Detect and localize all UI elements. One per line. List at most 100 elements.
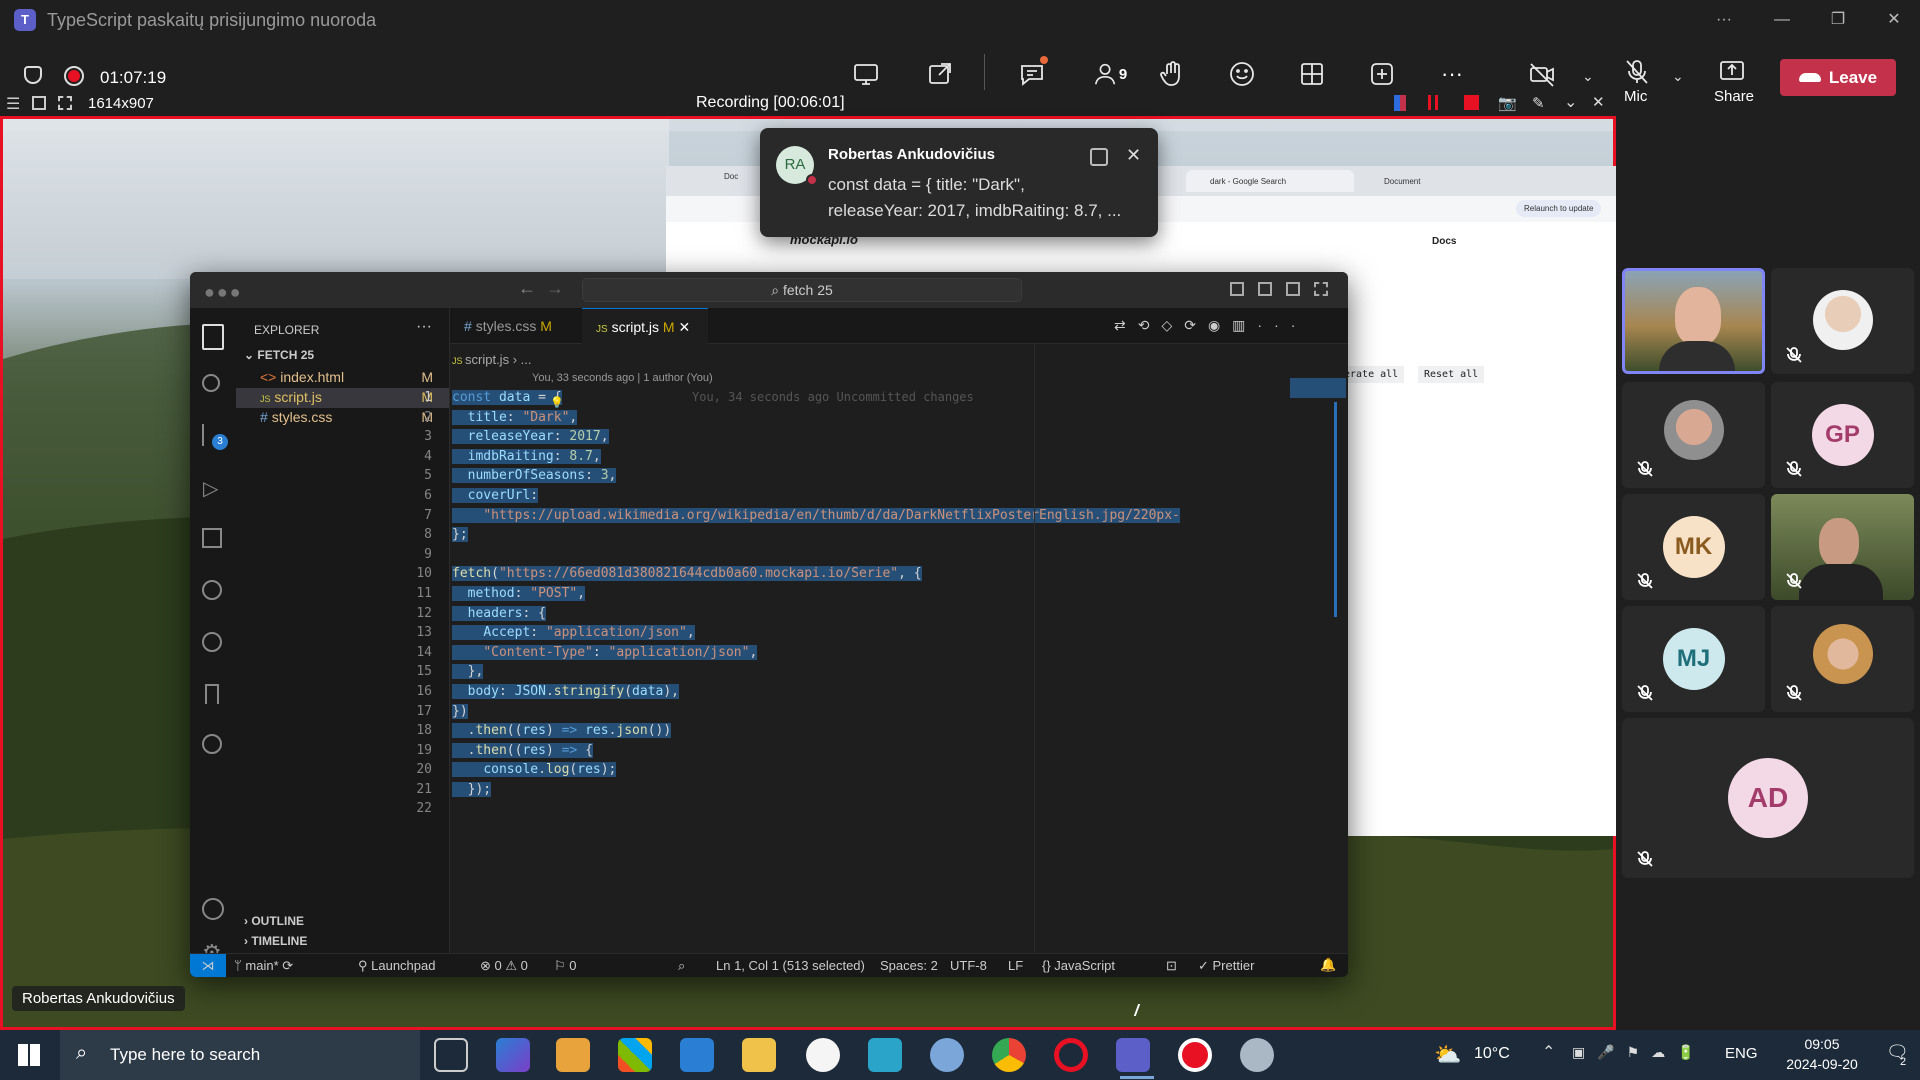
account-icon[interactable] [202,898,224,920]
code-line[interactable]: 13 Accept: "application/json", [398,623,1238,643]
reactions-button[interactable] [1222,54,1262,94]
traffic-lights-icon[interactable]: ●●● [204,282,243,303]
present-screen-button[interactable] [846,54,886,94]
folder-fetch-25[interactable]: ⌄ FETCH 25 [244,348,314,362]
search-icon[interactable] [202,374,220,392]
command-center-search[interactable]: ⌕ fetch 25 [582,278,1022,302]
people-button[interactable]: 9 [1080,54,1140,94]
problems-indicator[interactable]: ⊗ 0 ⚠ 0 [480,958,528,974]
cursor-position[interactable]: Ln 1, Col 1 (513 selected) [716,958,865,973]
codelens-blame[interactable]: You, 33 seconds ago | 1 author (You) [532,372,713,384]
participant-tile-mj[interactable]: MJ [1622,606,1765,712]
participant-tile-mk[interactable]: MK [1622,494,1765,600]
extensions-icon[interactable] [202,528,222,548]
code-line[interactable]: 2 title: "Dark", [398,408,1238,428]
outline-section[interactable]: › OUTLINE [244,914,304,928]
region-select-icon[interactable] [32,96,46,110]
code-line[interactable]: 9 [398,545,1238,565]
language-mode[interactable]: {} JavaScript [1042,958,1115,973]
chat-button[interactable] [1012,54,1052,94]
code-line[interactable]: 22 [398,799,1238,819]
photos-app-icon[interactable] [556,1038,590,1072]
code-line[interactable]: 6 coverUrl: [398,486,1238,506]
task-view-icon[interactable] [434,1038,468,1072]
store-app-icon[interactable] [618,1038,652,1072]
bookmark-icon[interactable] [205,684,219,704]
remote-indicator-icon[interactable]: ⋊ [190,954,226,977]
code-line[interactable]: 15 }, [398,662,1238,682]
menu-icon[interactable]: ☰ [6,94,20,114]
participant-tile-photo-2[interactable] [1622,382,1765,488]
code-line[interactable]: 8}; [398,525,1238,545]
raise-hand-button[interactable] [1152,54,1192,94]
app-icon-color[interactable] [930,1038,964,1072]
forward-arrow-icon[interactable]: → [546,278,564,299]
branch-indicator[interactable]: ᛘ main* ⟳ [234,958,293,974]
explorer-icon[interactable] [202,324,224,350]
windows-start-icon[interactable] [18,1044,40,1066]
tab-doc[interactable]: Doc [724,172,738,181]
code-line[interactable]: 18 .then((res) => res.json()) [398,721,1238,741]
timeline-section[interactable]: › TIMELINE [244,934,307,948]
lightbulb-icon[interactable]: 💡 [550,396,564,409]
code-line[interactable]: 7 "https://upload.wikimedia.org/wikipedi… [398,506,1238,526]
recorder-icon[interactable] [1178,1038,1212,1072]
breadcrumb[interactable]: JS script.js › ... [452,352,531,367]
participant-tile-photo-3[interactable] [1771,606,1914,712]
camera-options-chevron-icon[interactable]: ⌄ [1582,68,1594,85]
mic-button[interactable] [1617,52,1657,92]
input-language[interactable]: ENG [1725,1045,1758,1062]
camera-snapshot-icon[interactable]: 📷 [1498,94,1517,112]
crop-icon[interactable] [58,96,72,110]
encoding[interactable]: UTF-8 [950,958,987,973]
code-line[interactable]: 10 fetch("https://66ed081d380821644cdb0a6… [398,564,1238,584]
prettier-indicator[interactable]: ✓ Prettier [1198,958,1254,974]
stop-icon[interactable] [1464,95,1479,110]
code-line[interactable]: 5 numberOfSeasons: 3, [398,466,1238,486]
opera-icon[interactable] [1054,1038,1088,1072]
back-arrow-icon[interactable]: ← [518,278,536,299]
toggle-panel-icon[interactable] [1258,282,1272,296]
arduino-app-icon[interactable] [868,1038,902,1072]
toggle-sidebar-icon[interactable] [1230,282,1244,296]
mute-notification-icon[interactable] [1090,148,1108,166]
mic-options-chevron-icon[interactable]: ⌄ [1672,68,1684,85]
breadcrumb-symbol[interactable]: ... [521,352,532,367]
code-line[interactable]: 3 releaseYear: 2017, [398,427,1238,447]
share-button[interactable] [1712,50,1752,90]
lightning-icon[interactable] [202,734,222,754]
explorer-more-icon[interactable]: ··· [416,318,432,336]
code-line[interactable]: 17}) [398,702,1238,722]
tray-chevron-icon[interactable]: ⌃ [1542,1042,1555,1062]
taskbar-search-box[interactable]: ⌕ Type here to search [60,1030,420,1080]
file-item[interactable]: <> index.html M [236,368,449,388]
customize-layout-icon[interactable] [1314,282,1328,296]
teams-icon[interactable] [1116,1038,1150,1072]
app-icon-grey[interactable] [1240,1038,1274,1072]
code-line[interactable]: 4 imdbRaiting: 8.7, [398,447,1238,467]
participant-tile-ad[interactable]: AD [1622,718,1914,878]
tab-document[interactable]: Document [1360,170,1528,192]
app-icon-blue[interactable] [680,1038,714,1072]
participant-tile-gp[interactable]: GP [1771,382,1914,488]
code-line[interactable]: 12 headers: { [398,604,1238,624]
remote-explorer-icon[interactable] [202,632,222,652]
code-line[interactable]: 16 body: JSON.stringify(data), [398,682,1238,702]
minimize-button[interactable]: — [1760,6,1804,34]
camera-button[interactable] [1522,54,1562,94]
minimap-viewport[interactable] [1290,378,1346,398]
git-graph-icon[interactable] [202,580,222,600]
more-options-icon[interactable]: ··· [1702,6,1746,34]
end-of-line[interactable]: LF [1008,958,1023,973]
source-control-icon[interactable]: 3 [202,424,228,450]
tray-icons[interactable]: ▣🎤⚑☁🔋 [1572,1044,1707,1061]
pen-icon[interactable]: ✎ [1532,94,1545,112]
participant-video-2[interactable] [1771,494,1914,600]
copilot-app-icon[interactable] [496,1038,530,1072]
tab-script-js[interactable]: JS script.js M ✕ [582,308,708,344]
leave-button[interactable]: Leave [1780,59,1896,96]
clock-app-icon[interactable] [806,1038,840,1072]
participant-video-presenter[interactable] [1622,268,1765,374]
code-line[interactable]: 19 .then((res) => { [398,741,1238,761]
popout-button[interactable] [920,54,960,94]
